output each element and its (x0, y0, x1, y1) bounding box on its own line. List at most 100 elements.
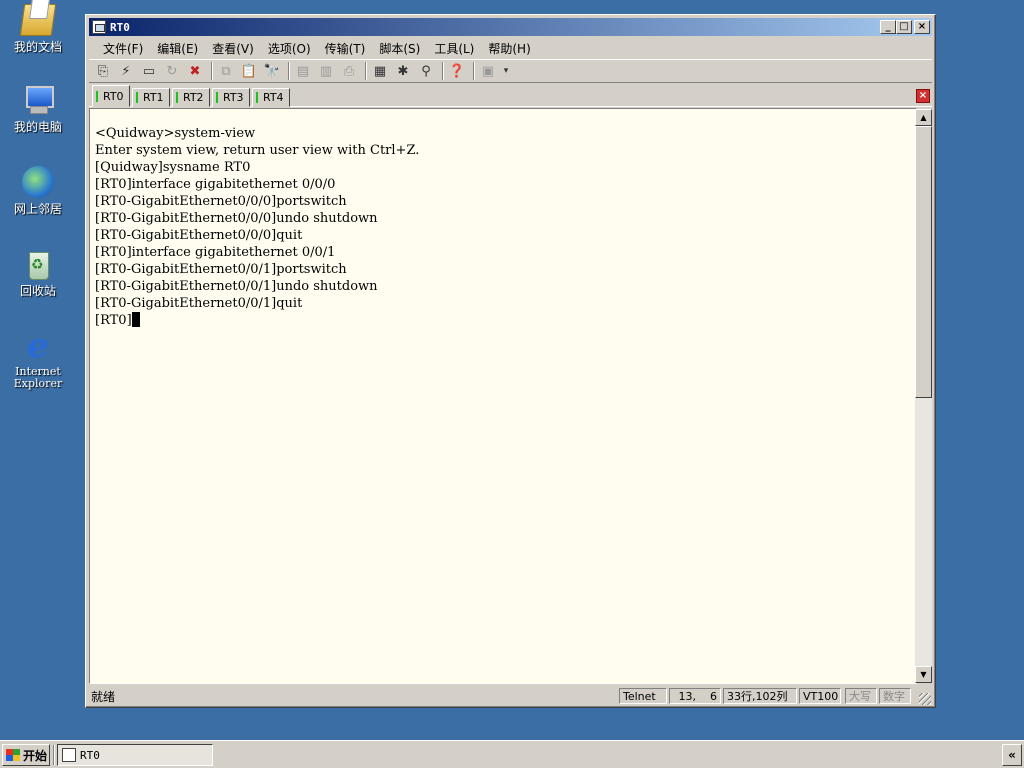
menu-transfer[interactable]: 传输(T) (319, 40, 374, 57)
close-button[interactable]: × (914, 20, 930, 34)
menu-bar: 文件(F) 编辑(E) 查看(V) 选项(O) 传输(T) 脚本(S) 工具(L… (89, 38, 932, 58)
sftp-icon[interactable]: ▣ (478, 62, 498, 80)
tab-rt4[interactable]: RT4 (252, 88, 290, 107)
terminal-line: [RT0-GigabitEthernet0/0/0]quit (95, 228, 303, 243)
menu-view[interactable]: 查看(V) (206, 40, 262, 57)
paste-icon[interactable]: 📋 (239, 62, 259, 80)
title-bar[interactable]: RT0 _ □ × (89, 18, 932, 36)
terminal-output[interactable]: <Quidway>system-view Enter system view, r… (89, 108, 917, 684)
network-places-icon (22, 166, 54, 198)
quick-connect-icon[interactable]: ⚡ (116, 62, 136, 80)
terminal-line: [RT0-GigabitEthernet0/0/1]quit (95, 296, 303, 311)
tab-rt2[interactable]: RT2 (172, 88, 210, 107)
session-options-icon[interactable]: ▦ (370, 62, 390, 80)
tab-rt1[interactable]: RT1 (132, 88, 170, 107)
minimize-button[interactable]: _ (880, 20, 896, 34)
toolbar-separator (473, 62, 475, 80)
menu-edit[interactable]: 编辑(E) (151, 40, 206, 57)
tab-status-indicator (176, 92, 178, 103)
menu-help[interactable]: 帮助(H) (482, 40, 538, 57)
terminal-line: <Quidway>system-view (95, 126, 256, 141)
menu-options[interactable]: 选项(O) (262, 40, 319, 57)
status-ready: 就绪 (91, 689, 116, 704)
terminal-app-icon (62, 748, 76, 762)
copy-icon[interactable]: ⧉ (216, 62, 236, 80)
maximize-button[interactable]: □ (896, 20, 912, 34)
toolbar-separator (442, 62, 444, 80)
terminal-line: [RT0-GigabitEthernet0/0/1]undo shutdown (95, 279, 378, 294)
tray-expand-button[interactable]: « (1002, 744, 1022, 766)
status-protocol: Telnet (619, 688, 667, 704)
my-documents-icon (19, 4, 57, 36)
print-icon[interactable]: ▤ (293, 62, 313, 80)
terminal-line: [RT0-GigabitEthernet0/0/0]portswitch (95, 194, 347, 209)
desktop-icon-recycle-bin[interactable]: 回收站 (6, 248, 70, 298)
tab-label: RT3 (223, 91, 244, 104)
windows-logo-icon (6, 749, 20, 761)
terminal-window: RT0 _ □ × 文件(F) 编辑(E) 查看(V) 选项(O) 传输(T) … (85, 14, 936, 708)
scroll-up-button[interactable]: ▲ (915, 109, 932, 126)
desktop-icon-label: Internet Explorer (13, 365, 63, 390)
desktop-icon-my-computer[interactable]: 我的电脑 (6, 84, 70, 134)
tab-status-indicator (96, 90, 98, 102)
terminal-line: [RT0]interface gigabitethernet 0/0/1 (95, 245, 336, 260)
toolbar-separator (365, 62, 367, 80)
menu-file[interactable]: 文件(F) (97, 40, 151, 57)
menu-tools[interactable]: 工具(L) (428, 40, 482, 57)
desktop-icon-label: 我的电脑 (13, 120, 62, 134)
session-tab-bar: RT0 RT1 RT2 RT3 RT4 × (89, 85, 932, 107)
status-bar: 就绪 Telnet 13, 6 33行,102列 VT100 大写 数字 (89, 686, 932, 706)
find-icon[interactable]: 🔭 (262, 62, 282, 80)
terminal-line: [RT0-GigabitEthernet0/0/0]undo shutdown (95, 211, 378, 226)
terminal-line: [Quidway]sysname RT0 (95, 160, 251, 175)
tab-status-indicator (256, 92, 258, 103)
status-caps-lock: 大写 (845, 688, 877, 704)
desktop-icon-internet-explorer[interactable]: e Internet Explorer (6, 326, 70, 390)
status-column: 6 (699, 688, 721, 704)
reconnect-icon[interactable]: ↻ (162, 62, 182, 80)
recycle-bin-icon (22, 248, 54, 280)
tab-rt3[interactable]: RT3 (212, 88, 250, 107)
tab-label: RT4 (263, 91, 284, 104)
print-setup-icon[interactable]: ▥ (316, 62, 336, 80)
scroll-down-button[interactable]: ▼ (915, 666, 932, 683)
start-button[interactable]: 开始 (2, 744, 50, 766)
resize-grip-icon[interactable] (919, 693, 931, 705)
menu-script[interactable]: 脚本(S) (373, 40, 428, 57)
desktop-icon-label: 回收站 (19, 284, 56, 298)
status-row: 13, (669, 688, 699, 704)
help-icon[interactable]: ❓ (447, 62, 467, 80)
scroll-thumb[interactable] (915, 126, 932, 398)
tab-label: RT1 (143, 91, 164, 104)
toolbar-separator (211, 62, 213, 80)
taskbar-separator (53, 745, 55, 765)
toolbar-overflow-icon[interactable]: ▾ (501, 62, 511, 80)
my-computer-icon (22, 84, 54, 116)
start-label: 开始 (23, 748, 48, 763)
taskbar: 开始 RT0 « (0, 740, 1024, 768)
status-size: 33行,102列 (723, 688, 797, 704)
terminal-line: Enter system view, return user view with… (95, 143, 420, 158)
terminal-line: [RT0]interface gigabitethernet 0/0/0 (95, 177, 336, 192)
tab-status-indicator (136, 92, 138, 103)
internet-explorer-icon: e (27, 326, 49, 366)
global-options-icon[interactable]: ✱ (393, 62, 413, 80)
connect-tab-icon[interactable]: ▭ (139, 62, 159, 80)
terminal-app-icon (92, 20, 106, 34)
connect-icon[interactable]: ⎘ (93, 62, 113, 80)
taskbar-window-rt0[interactable]: RT0 (57, 744, 213, 766)
desktop-icon-my-documents[interactable]: 我的文档 (6, 4, 70, 54)
text-cursor (131, 312, 140, 327)
close-tab-button[interactable]: × (916, 89, 930, 103)
status-emulation: VT100 (799, 688, 841, 704)
terminal-prompt: [RT0] (95, 313, 132, 328)
keymap-icon[interactable]: ⚲ (416, 62, 436, 80)
desktop-icon-network-places[interactable]: 网上邻居 (6, 166, 70, 216)
tab-rt0[interactable]: RT0 (92, 85, 130, 107)
terminal-text: <Quidway>system-view Enter system view, r… (95, 125, 419, 329)
printer-icon[interactable]: ⎙ (339, 62, 359, 80)
tab-label: RT0 (103, 89, 124, 103)
vertical-scrollbar[interactable]: ▲ ▼ (915, 109, 932, 683)
disconnect-icon[interactable]: ✖ (185, 62, 205, 80)
taskbar-window-label: RT0 (80, 748, 100, 762)
